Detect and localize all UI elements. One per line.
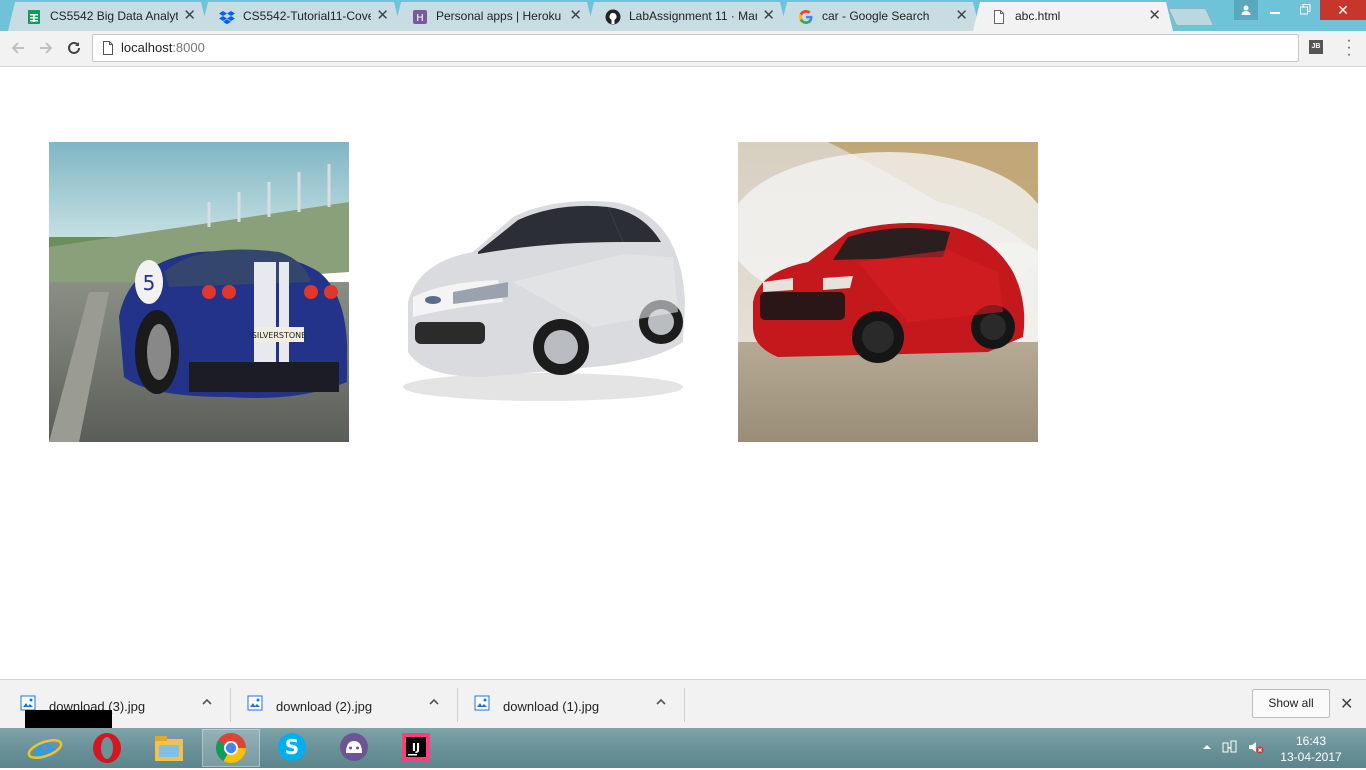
tab-github[interactable]: LabAssignment 11 · Man ✕	[587, 2, 787, 31]
jetbrains-extension-icon[interactable]: JB	[1309, 40, 1323, 54]
red-mustang-image	[738, 142, 1038, 442]
page-icon	[994, 10, 1004, 24]
tab-close-icon[interactable]: ✕	[376, 7, 389, 25]
github-desktop-icon[interactable]	[326, 729, 384, 767]
tab-close-icon[interactable]: ✕	[569, 7, 582, 25]
download-file-name: download (2).jpg	[276, 699, 373, 714]
clock-time: 16:43	[1295, 734, 1327, 748]
chrome-icon[interactable]	[202, 729, 260, 767]
window-close-icon[interactable]: ✕	[1320, 0, 1366, 20]
chevron-up-icon[interactable]	[1202, 741, 1212, 755]
tab-title: abc.html	[1015, 9, 1061, 23]
url-text: localhost:8000	[121, 40, 205, 55]
sheets-icon	[28, 10, 40, 24]
opera-icon[interactable]	[78, 729, 136, 767]
github-icon	[605, 9, 621, 25]
silver-sedan-image	[393, 142, 693, 442]
tab-cs5542-sheet[interactable]: CS5542 Big Data Analytic ✕	[8, 2, 208, 31]
image-file-icon	[247, 695, 263, 711]
show-all-button[interactable]: Show all	[1252, 689, 1330, 718]
address-bar[interactable]: localhost:8000	[92, 34, 1299, 62]
overlay-box	[25, 710, 112, 729]
tab-close-icon[interactable]: ✕	[762, 7, 775, 25]
tab-title: car - Google Search	[822, 9, 930, 23]
tab-abc-html[interactable]: abc.html ✕	[973, 2, 1173, 31]
reload-icon[interactable]	[64, 38, 84, 58]
tab-strip: CS5542 Big Data Analytic ✕ CS5542-Tutori…	[0, 0, 1366, 31]
browser-toolbar: localhost:8000 JB · · ·	[0, 31, 1366, 67]
svg-text:S: S	[285, 735, 299, 759]
url-port: :8000	[172, 40, 205, 55]
back-arrow-icon[interactable]	[8, 38, 28, 58]
skype-icon[interactable]: S	[264, 729, 322, 767]
forward-arrow-icon[interactable]	[36, 38, 56, 58]
chevron-up-icon[interactable]	[201, 696, 213, 708]
tab-close-icon[interactable]: ✕	[1148, 7, 1161, 25]
page-content: SILVERSTONE 5	[0, 67, 1366, 679]
minimize-icon[interactable]	[1260, 0, 1290, 20]
tab-close-icon[interactable]: ✕	[955, 7, 968, 25]
tab-dropbox[interactable]: CS5542-Tutorial11-Cover ✕	[201, 2, 401, 31]
blue-race-car-image: SILVERSTONE 5	[49, 142, 349, 442]
download-shelf: download (3).jpg download (2).jpg downlo…	[0, 679, 1366, 729]
svg-text:H: H	[416, 13, 424, 24]
url-host: localhost	[121, 40, 173, 55]
tab-title: CS5542 Big Data Analytic	[50, 9, 178, 23]
tab-close-icon[interactable]: ✕	[183, 7, 196, 25]
svg-text:5: 5	[143, 271, 156, 295]
intellij-icon[interactable]: IJ	[388, 729, 446, 767]
close-icon[interactable]: ✕	[1340, 694, 1353, 714]
tab-heroku[interactable]: H Personal apps | Heroku ✕	[394, 2, 594, 31]
divider	[684, 688, 685, 722]
google-icon	[799, 10, 813, 24]
svg-text:SILVERSTONE: SILVERSTONE	[252, 331, 306, 340]
network-icon[interactable]	[1222, 739, 1238, 758]
tab-title: LabAssignment 11 · Man	[629, 9, 757, 23]
download-item[interactable]: download (1).jpg	[454, 680, 681, 729]
page-info-icon[interactable]	[102, 41, 114, 55]
svg-text:e: e	[35, 730, 55, 767]
chevron-up-icon[interactable]	[655, 696, 667, 708]
heroku-icon: H	[413, 10, 427, 24]
download-file-name: download (1).jpg	[503, 699, 600, 714]
volume-muted-icon[interactable]	[1247, 739, 1265, 758]
download-item[interactable]: download (2).jpg	[227, 680, 454, 729]
dropbox-icon	[219, 11, 235, 25]
image-file-icon	[474, 695, 490, 711]
windows-taskbar: e S IJ 16:43 13-04-2017	[0, 728, 1366, 768]
tab-google-search[interactable]: car - Google Search ✕	[780, 2, 980, 31]
svg-text:IJ: IJ	[412, 741, 420, 754]
tab-title: Personal apps | Heroku	[436, 9, 562, 23]
restore-icon[interactable]	[1290, 0, 1320, 20]
file-explorer-icon[interactable]	[140, 729, 198, 767]
clock-date: 13-04-2017	[1280, 750, 1342, 764]
internet-explorer-icon[interactable]: e	[16, 729, 74, 768]
chrome-menu-icon[interactable]: · · ·	[1345, 33, 1353, 63]
chevron-up-icon[interactable]	[428, 696, 440, 708]
new-tab-button[interactable]	[1167, 8, 1215, 26]
image-file-icon	[20, 695, 36, 711]
system-clock[interactable]: 16:43 13-04-2017	[1276, 733, 1346, 765]
profile-icon[interactable]	[1234, 0, 1258, 20]
tab-title: CS5542-Tutorial11-Cover	[243, 9, 371, 23]
